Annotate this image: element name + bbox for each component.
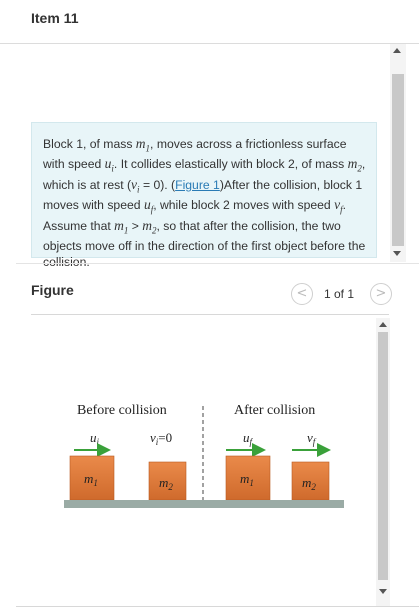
before-v-label: vi=0: [150, 430, 172, 447]
item-header: Item 11: [0, 0, 419, 44]
item-title: Item 11: [31, 10, 79, 26]
figure-page-indicator: 1 of 1: [324, 287, 355, 301]
scroll-down-arrow-icon[interactable]: [393, 251, 401, 256]
figure-scroll-down-arrow-icon[interactable]: [379, 589, 387, 594]
next-figure-button[interactable]: >: [370, 283, 392, 305]
figure-1-link[interactable]: Figure 1: [175, 178, 220, 192]
after-v-label: vf: [307, 430, 317, 447]
after-collision-caption: After collision: [234, 403, 315, 418]
figure-scroll-up-arrow-icon[interactable]: [379, 322, 387, 327]
problem-scroll-thumb[interactable]: [392, 74, 404, 246]
before-collision-caption: Before collision: [77, 403, 167, 418]
after-u-label: uf: [243, 430, 254, 447]
before-u-label: ui: [90, 430, 100, 447]
pane-divider: [16, 263, 419, 264]
figure-divider: [31, 314, 389, 315]
chevron-right-icon: >: [375, 286, 387, 301]
bottom-border: [16, 606, 419, 607]
problem-statement: Block 1, of mass m1, moves across a fric…: [31, 122, 377, 269]
chevron-left-icon: <: [296, 286, 308, 301]
figure-label: Figure: [31, 282, 74, 298]
previous-figure-button[interactable]: <: [291, 283, 313, 305]
figure-scroll-thumb[interactable]: [378, 332, 388, 580]
frictionless-surface: [64, 500, 344, 508]
scroll-up-arrow-icon[interactable]: [393, 48, 401, 53]
collision-figure: Before collision After collision ui vi=0…: [64, 403, 344, 508]
